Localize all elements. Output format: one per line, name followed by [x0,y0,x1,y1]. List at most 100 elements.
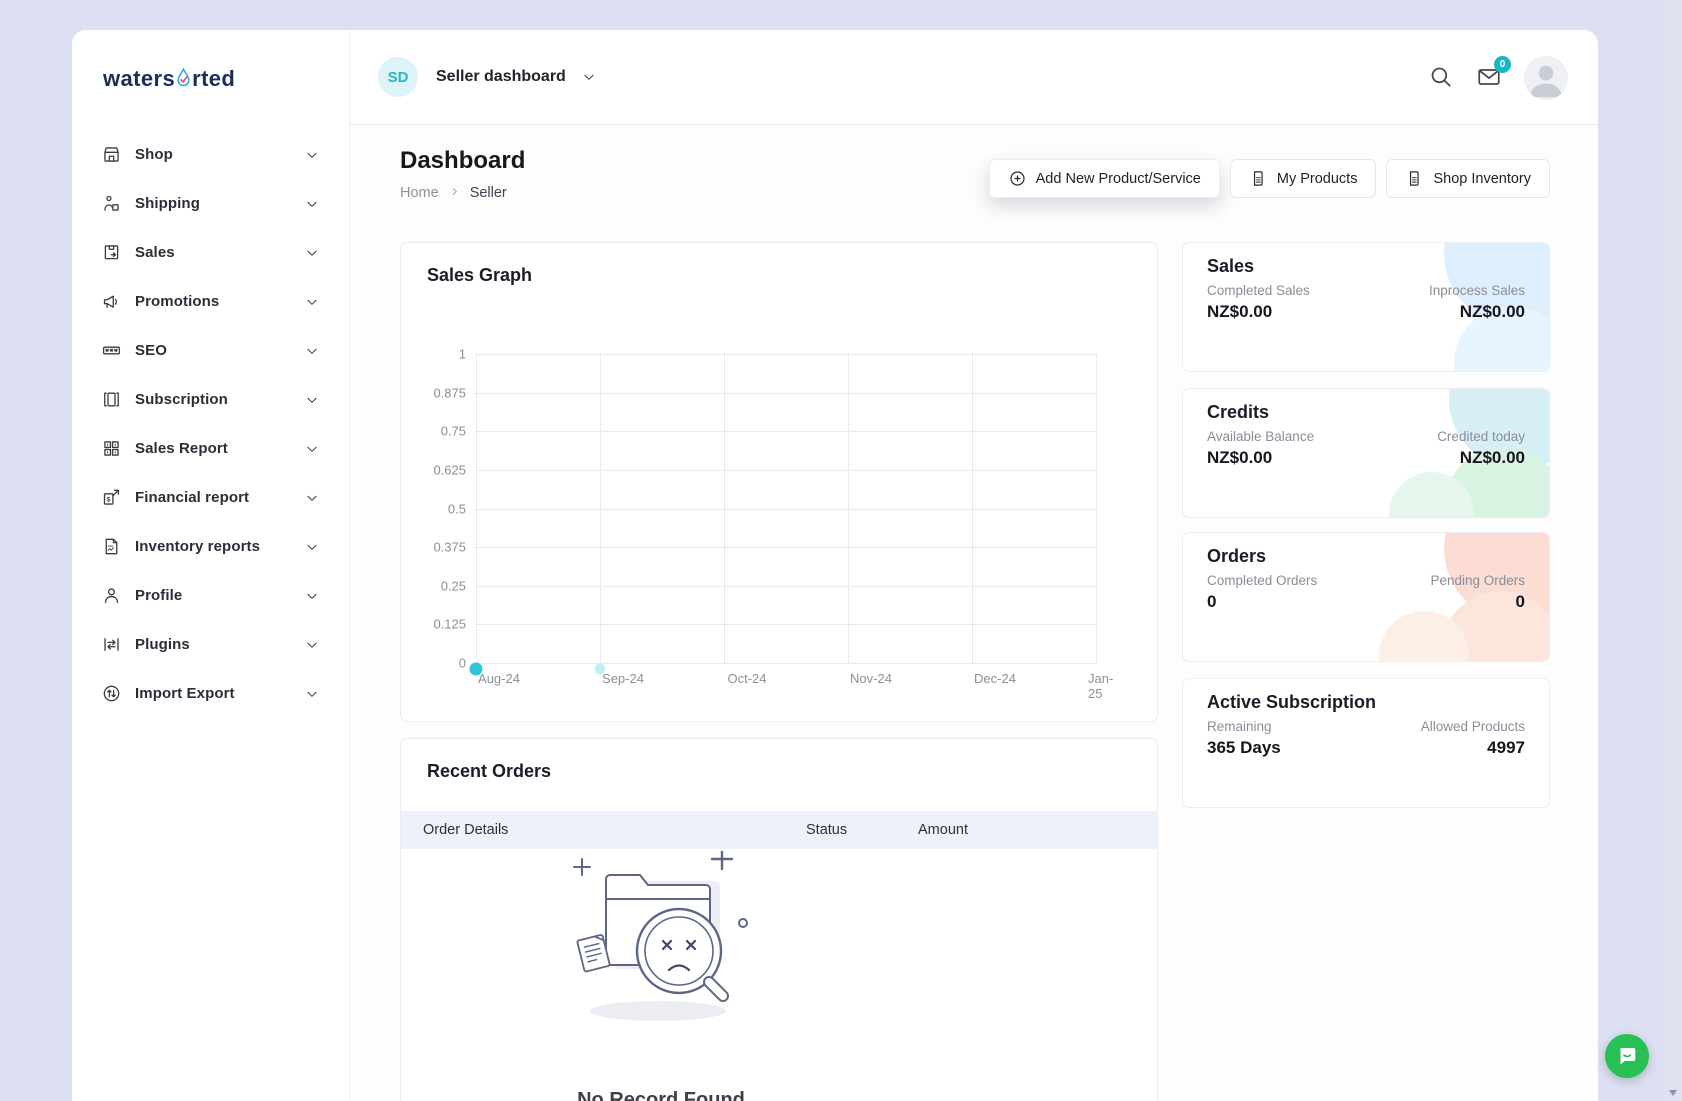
financial-report-icon: $ [101,487,122,508]
workspace-switcher[interactable]: SD Seller dashboard [378,57,596,97]
chevron-down-icon [305,491,319,505]
top-header: SD Seller dashboard 0 [350,30,1598,125]
gridline-horizontal [476,470,1096,471]
sidebar-item-sales-report[interactable]: Sales Report [72,424,349,473]
plus-circle-icon [1008,169,1027,188]
messages-button[interactable]: 0 [1476,64,1504,92]
water-drop-check-icon [176,67,191,89]
sidebar-item-label: Promotions [135,293,219,310]
sidebar: waters rted Shop Shipping [72,30,350,1101]
allowed-products-value: 4997 [1487,738,1525,758]
gridline-horizontal [476,354,1096,355]
sidebar-item-profile[interactable]: Profile [72,571,349,620]
search-icon [1428,64,1454,90]
sidebar-item-subscription[interactable]: Subscription [72,375,349,424]
pending-orders-label: Pending Orders [1430,573,1525,588]
completed-orders-label: Completed Orders [1207,573,1317,588]
y-axis-tick-label: 0.875 [433,385,466,400]
column-amount: Amount [918,822,968,838]
gridline-horizontal [476,663,1096,664]
inventory-reports-icon [101,536,122,557]
gridline-vertical [600,354,601,663]
page-scrollbar[interactable] [1665,0,1682,1101]
credited-today-value: NZ$0.00 [1460,448,1525,468]
x-axis-tick-label: Dec-24 [967,672,1023,687]
brand-text-pre: waters [103,66,175,92]
workspace-initials-badge: SD [378,57,418,97]
gridline-vertical [848,354,849,663]
search-button[interactable] [1428,64,1456,92]
scrollbar-down-arrow-icon[interactable] [1669,1090,1677,1096]
gridline-horizontal [476,586,1096,587]
shop-inventory-button[interactable]: Shop Inventory [1386,159,1550,198]
sidebar-item-label: Plugins [135,636,190,653]
sidebar-item-label: Shop [135,146,173,163]
x-axis-tick-label: Oct-24 [719,672,775,687]
sales-graph-plot: 00.1250.250.3750.50.6250.750.8751Aug-24S… [476,354,1096,663]
chevron-down-icon [305,197,319,211]
orders-summary-card: Orders Completed Orders Pending Orders 0… [1182,532,1550,662]
app-surface: waters rted Shop Shipping [72,30,1598,1101]
my-products-button[interactable]: My Products [1230,159,1377,198]
person-silhouette-icon [1524,56,1568,100]
active-subscription-card: Active Subscription Remaining Allowed Pr… [1182,678,1550,808]
x-axis-tick-label: Jan-25 [1088,672,1122,702]
gridline-vertical [972,354,973,663]
no-records-illustration [566,851,756,1029]
add-new-product-button[interactable]: Add New Product/Service [989,159,1220,198]
sidebar-item-import-export[interactable]: Import Export [72,669,349,718]
inprocess-sales-label: Inprocess Sales [1429,283,1525,298]
column-status: Status [806,822,847,838]
y-axis-tick-label: 0 [459,656,466,671]
sidebar-item-label: Shipping [135,195,200,212]
page-actions: Add New Product/Service My Products Shop… [989,159,1550,198]
completed-sales-label: Completed Sales [1207,283,1310,298]
breadcrumb: Home Seller [400,185,507,201]
credits-card-title: Credits [1207,402,1269,423]
brand-logo[interactable]: waters rted [103,66,235,92]
sidebar-item-label: Subscription [135,391,228,408]
profile-icon [101,585,122,606]
gridline-vertical [476,354,477,663]
inprocess-sales-value: NZ$0.00 [1460,302,1525,322]
shop-inventory-label: Shop Inventory [1433,171,1531,187]
sidebar-item-label: SEO [135,342,167,359]
breadcrumb-current: Seller [470,185,507,201]
sidebar-item-promotions[interactable]: Promotions [72,277,349,326]
user-avatar[interactable] [1524,56,1568,100]
chevron-right-icon [449,185,460,201]
breadcrumb-home-link[interactable]: Home [400,185,439,201]
sales-summary-card: Sales Completed Sales Inprocess Sales NZ… [1182,242,1550,372]
plugins-icon [101,634,122,655]
credits-summary-card: Credits Available Balance Credited today… [1182,388,1550,518]
gridline-horizontal [476,393,1096,394]
y-axis-tick-label: 0.5 [448,501,466,516]
sidebar-item-inventory-reports[interactable]: Inventory reports [72,522,349,571]
sidebar-item-shipping[interactable]: Shipping [72,179,349,228]
chevron-down-icon [305,393,319,407]
chevron-down-icon [305,638,319,652]
y-axis-tick-label: 0.125 [433,617,466,632]
document-icon [1405,169,1424,188]
sidebar-item-label: Import Export [135,685,235,702]
pending-orders-value: 0 [1516,592,1525,612]
gridline-horizontal [476,431,1096,432]
chat-launcher-button[interactable] [1605,1034,1649,1078]
sidebar-item-seo[interactable]: SEO [72,326,349,375]
sidebar-item-shop[interactable]: Shop [72,130,349,179]
x-axis-tick-label: Sep-24 [595,672,651,687]
document-icon [1249,169,1268,188]
shop-icon [101,144,122,165]
gridline-horizontal [476,509,1096,510]
available-balance-value: NZ$0.00 [1207,448,1272,468]
chevron-down-icon [305,344,319,358]
main-content: Dashboard Home Seller Add New Product/Se… [350,125,1598,1101]
sidebar-item-plugins[interactable]: Plugins [72,620,349,669]
completed-sales-value: NZ$0.00 [1207,302,1272,322]
sidebar-item-financial-report[interactable]: $ Financial report [72,473,349,522]
chevron-down-icon [305,295,319,309]
gridline-vertical [724,354,725,663]
data-point [470,663,483,676]
sidebar-item-sales[interactable]: Sales [72,228,349,277]
y-axis-tick-label: 0.25 [441,578,466,593]
